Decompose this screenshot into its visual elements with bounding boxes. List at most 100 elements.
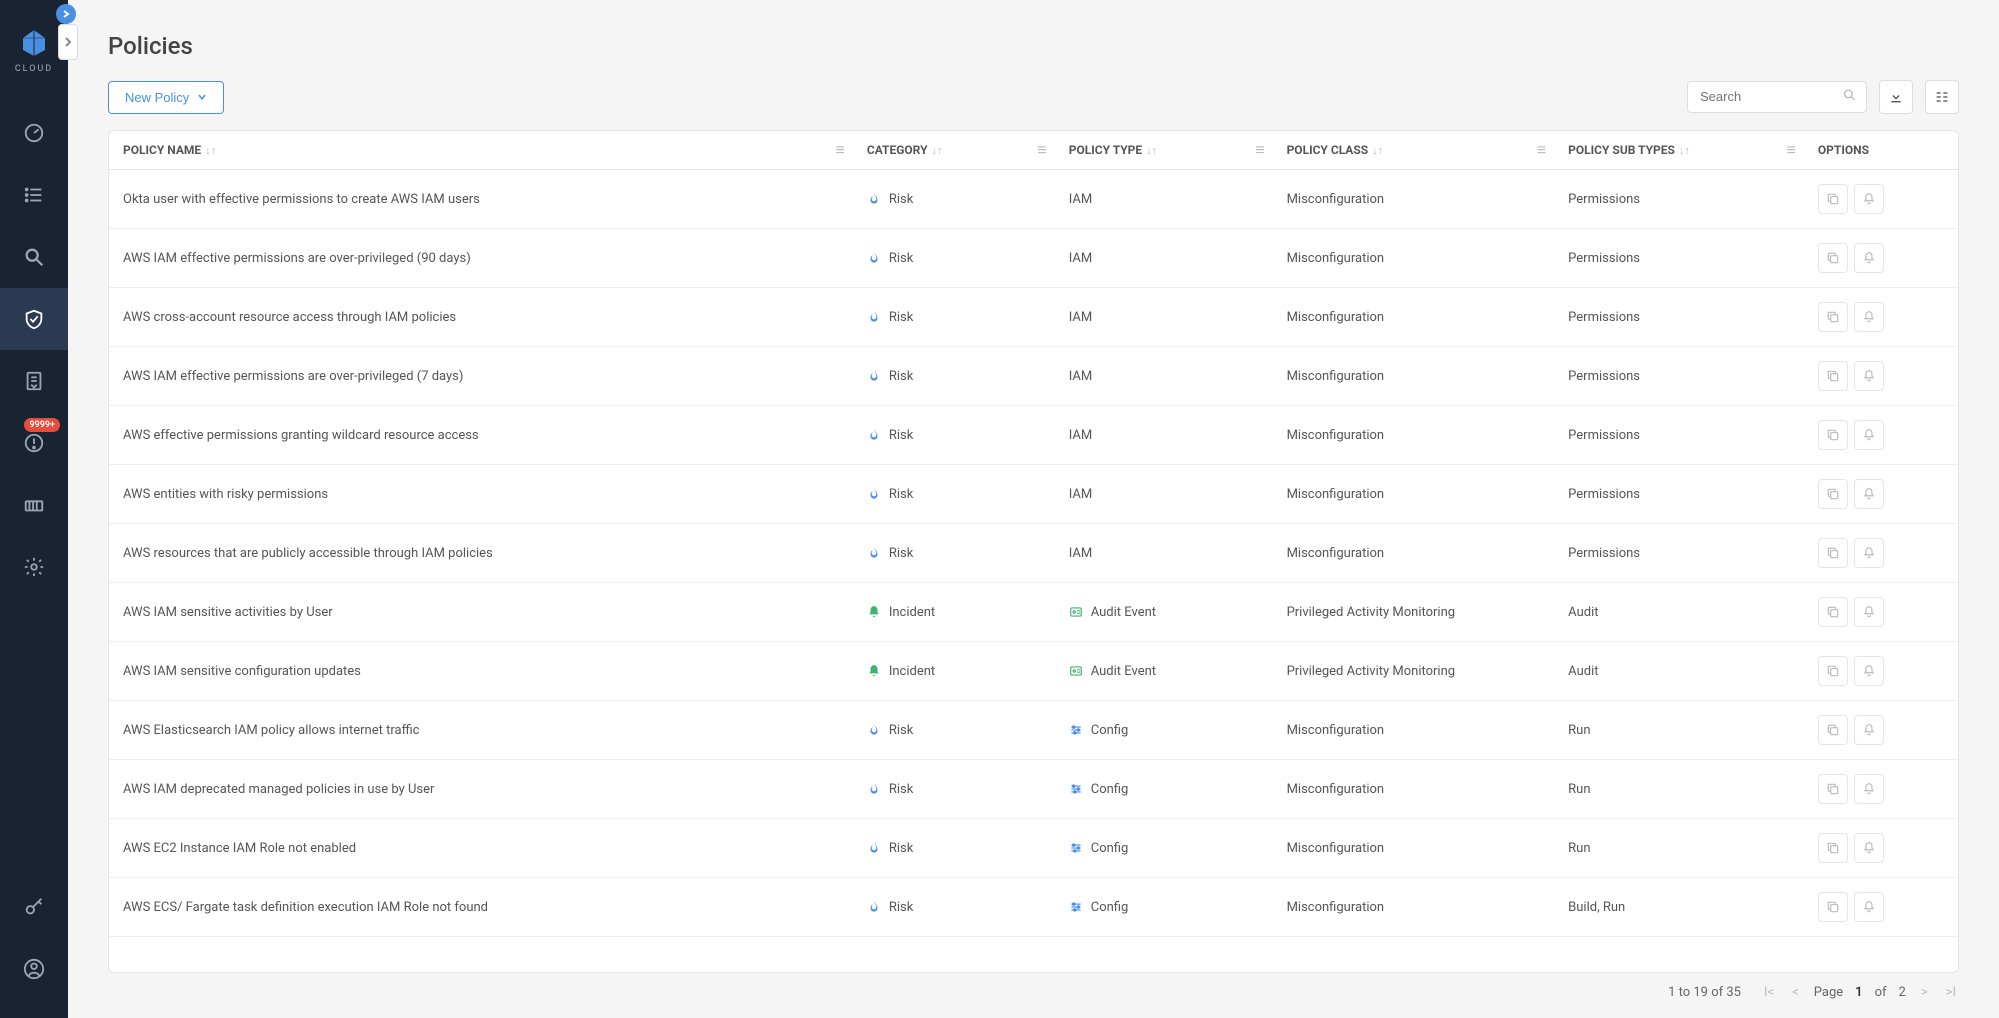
config-icon: [1069, 723, 1083, 737]
cell-type: IAM: [1069, 192, 1092, 207]
cell-name: AWS IAM sensitive activities by User: [109, 583, 853, 642]
cell-type: IAM: [1069, 428, 1092, 443]
notify-button[interactable]: [1854, 538, 1884, 568]
pager-current: 1: [1855, 985, 1862, 1000]
col-menu-icon[interactable]: ≡: [1787, 140, 1794, 160]
notify-button[interactable]: [1854, 597, 1884, 627]
table-row[interactable]: AWS EC2 Instance IAM Role not enabledRis…: [109, 819, 1958, 878]
notify-button[interactable]: [1854, 774, 1884, 804]
notify-button[interactable]: [1854, 656, 1884, 686]
cell-type: Audit Event: [1091, 664, 1156, 679]
notify-button[interactable]: [1854, 715, 1884, 745]
risk-icon: [867, 310, 881, 324]
table-row[interactable]: AWS IAM sensitive activities by User Inci…: [109, 583, 1958, 642]
cell-name: AWS IAM effective permissions are over-p…: [109, 347, 853, 406]
notify-button[interactable]: [1854, 243, 1884, 273]
table-row[interactable]: AWS IAM deprecated managed policies in u…: [109, 760, 1958, 819]
copy-button[interactable]: [1818, 715, 1848, 745]
incident-icon: [867, 605, 881, 619]
col-header-type[interactable]: POLICY TYPE↓↑≡: [1055, 131, 1273, 170]
cell-class: Misconfiguration: [1273, 347, 1555, 406]
copy-button[interactable]: [1818, 656, 1848, 686]
copy-button[interactable]: [1818, 892, 1848, 922]
copy-button[interactable]: [1818, 302, 1848, 332]
table-row[interactable]: AWS IAM effective permissions are over-p…: [109, 229, 1958, 288]
table-row[interactable]: AWS resources that are publicly accessib…: [109, 524, 1958, 583]
notify-button[interactable]: [1854, 184, 1884, 214]
cell-type: Config: [1091, 782, 1129, 797]
notify-button[interactable]: [1854, 833, 1884, 863]
nav-dashboard[interactable]: [0, 102, 68, 164]
table-row[interactable]: AWS IAM effective permissions are over-p…: [109, 347, 1958, 406]
col-menu-icon[interactable]: ≡: [1037, 140, 1044, 160]
pager-of: of: [1875, 985, 1887, 1000]
notify-button[interactable]: [1854, 479, 1884, 509]
nav-key[interactable]: [0, 876, 68, 938]
col-header-category[interactable]: CATEGORY↓↑≡: [853, 131, 1055, 170]
cell-subtypes: Build, Run: [1554, 878, 1804, 937]
nav-settings[interactable]: [0, 536, 68, 598]
col-menu-icon[interactable]: ≡: [1255, 140, 1262, 160]
copy-button[interactable]: [1818, 538, 1848, 568]
copy-button[interactable]: [1818, 833, 1848, 863]
new-policy-button[interactable]: New Policy: [108, 81, 224, 114]
search-input[interactable]: [1700, 89, 1832, 104]
table-row[interactable]: AWS Elasticsearch IAM policy allows inte…: [109, 701, 1958, 760]
pager-prev[interactable]: <: [1789, 985, 1802, 1000]
col-menu-icon[interactable]: ≡: [836, 140, 843, 160]
nav-profile[interactable]: [0, 938, 68, 1000]
cell-name: Okta user with effective permissions to …: [109, 170, 853, 229]
nav-search[interactable]: [0, 226, 68, 288]
nav-list[interactable]: [0, 164, 68, 226]
col-header-subtypes[interactable]: POLICY SUB TYPES↓↑≡: [1554, 131, 1804, 170]
policies-table: POLICY NAME↓↑≡ CATEGORY↓↑≡ POLICY TYPE↓↑…: [108, 130, 1959, 973]
pager-last[interactable]: >I: [1943, 985, 1959, 1000]
cell-class: Misconfiguration: [1273, 170, 1555, 229]
col-menu-icon[interactable]: ≡: [1537, 140, 1544, 160]
risk-icon: [867, 723, 881, 737]
copy-button[interactable]: [1818, 597, 1848, 627]
copy-button[interactable]: [1818, 243, 1848, 273]
nav-alert[interactable]: 9999+: [0, 412, 68, 474]
cell-category: Incident: [889, 605, 935, 620]
cell-type: IAM: [1069, 546, 1092, 561]
table-row[interactable]: AWS cross-account resource access throug…: [109, 288, 1958, 347]
copy-button[interactable]: [1818, 184, 1848, 214]
sidebar-expand-button[interactable]: [58, 24, 78, 60]
col-header-name[interactable]: POLICY NAME↓↑≡: [109, 131, 853, 170]
risk-icon: [867, 192, 881, 206]
copy-button[interactable]: [1818, 361, 1848, 391]
table-row[interactable]: AWS ECS/ Fargate task definition executi…: [109, 878, 1958, 937]
cell-name: AWS IAM effective permissions are over-p…: [109, 229, 853, 288]
table-row[interactable]: AWS IAM sensitive configuration updatesI…: [109, 642, 1958, 701]
nav-shield[interactable]: [0, 288, 68, 350]
cell-class: Misconfiguration: [1273, 524, 1555, 583]
col-header-class[interactable]: POLICY CLASS↓↑≡: [1273, 131, 1555, 170]
pager-next[interactable]: >: [1918, 985, 1931, 1000]
copy-button[interactable]: [1818, 479, 1848, 509]
cell-type: IAM: [1069, 369, 1092, 384]
notify-button[interactable]: [1854, 892, 1884, 922]
incident-icon: [867, 664, 881, 678]
cell-category: Risk: [889, 487, 913, 502]
risk-icon: [867, 546, 881, 560]
table-row[interactable]: Okta user with effective permissions to …: [109, 170, 1958, 229]
download-button[interactable]: [1879, 80, 1913, 114]
search-box[interactable]: [1687, 81, 1867, 113]
columns-button[interactable]: [1925, 80, 1959, 114]
notify-button[interactable]: [1854, 361, 1884, 391]
notify-button[interactable]: [1854, 302, 1884, 332]
nav-container[interactable]: [0, 474, 68, 536]
risk-icon: [867, 782, 881, 796]
risk-icon: [867, 841, 881, 855]
pager: I< < Page 1 of 2 > >I: [1761, 985, 1959, 1000]
notify-button[interactable]: [1854, 420, 1884, 450]
nav-document[interactable]: [0, 350, 68, 412]
copy-button[interactable]: [1818, 774, 1848, 804]
pager-first[interactable]: I<: [1761, 985, 1777, 1000]
table-row[interactable]: AWS effective permissions granting wildc…: [109, 406, 1958, 465]
copy-button[interactable]: [1818, 420, 1848, 450]
cell-category: Risk: [889, 310, 913, 325]
cell-category: Risk: [889, 900, 913, 915]
table-row[interactable]: AWS entities with risky permissionsRiskI…: [109, 465, 1958, 524]
